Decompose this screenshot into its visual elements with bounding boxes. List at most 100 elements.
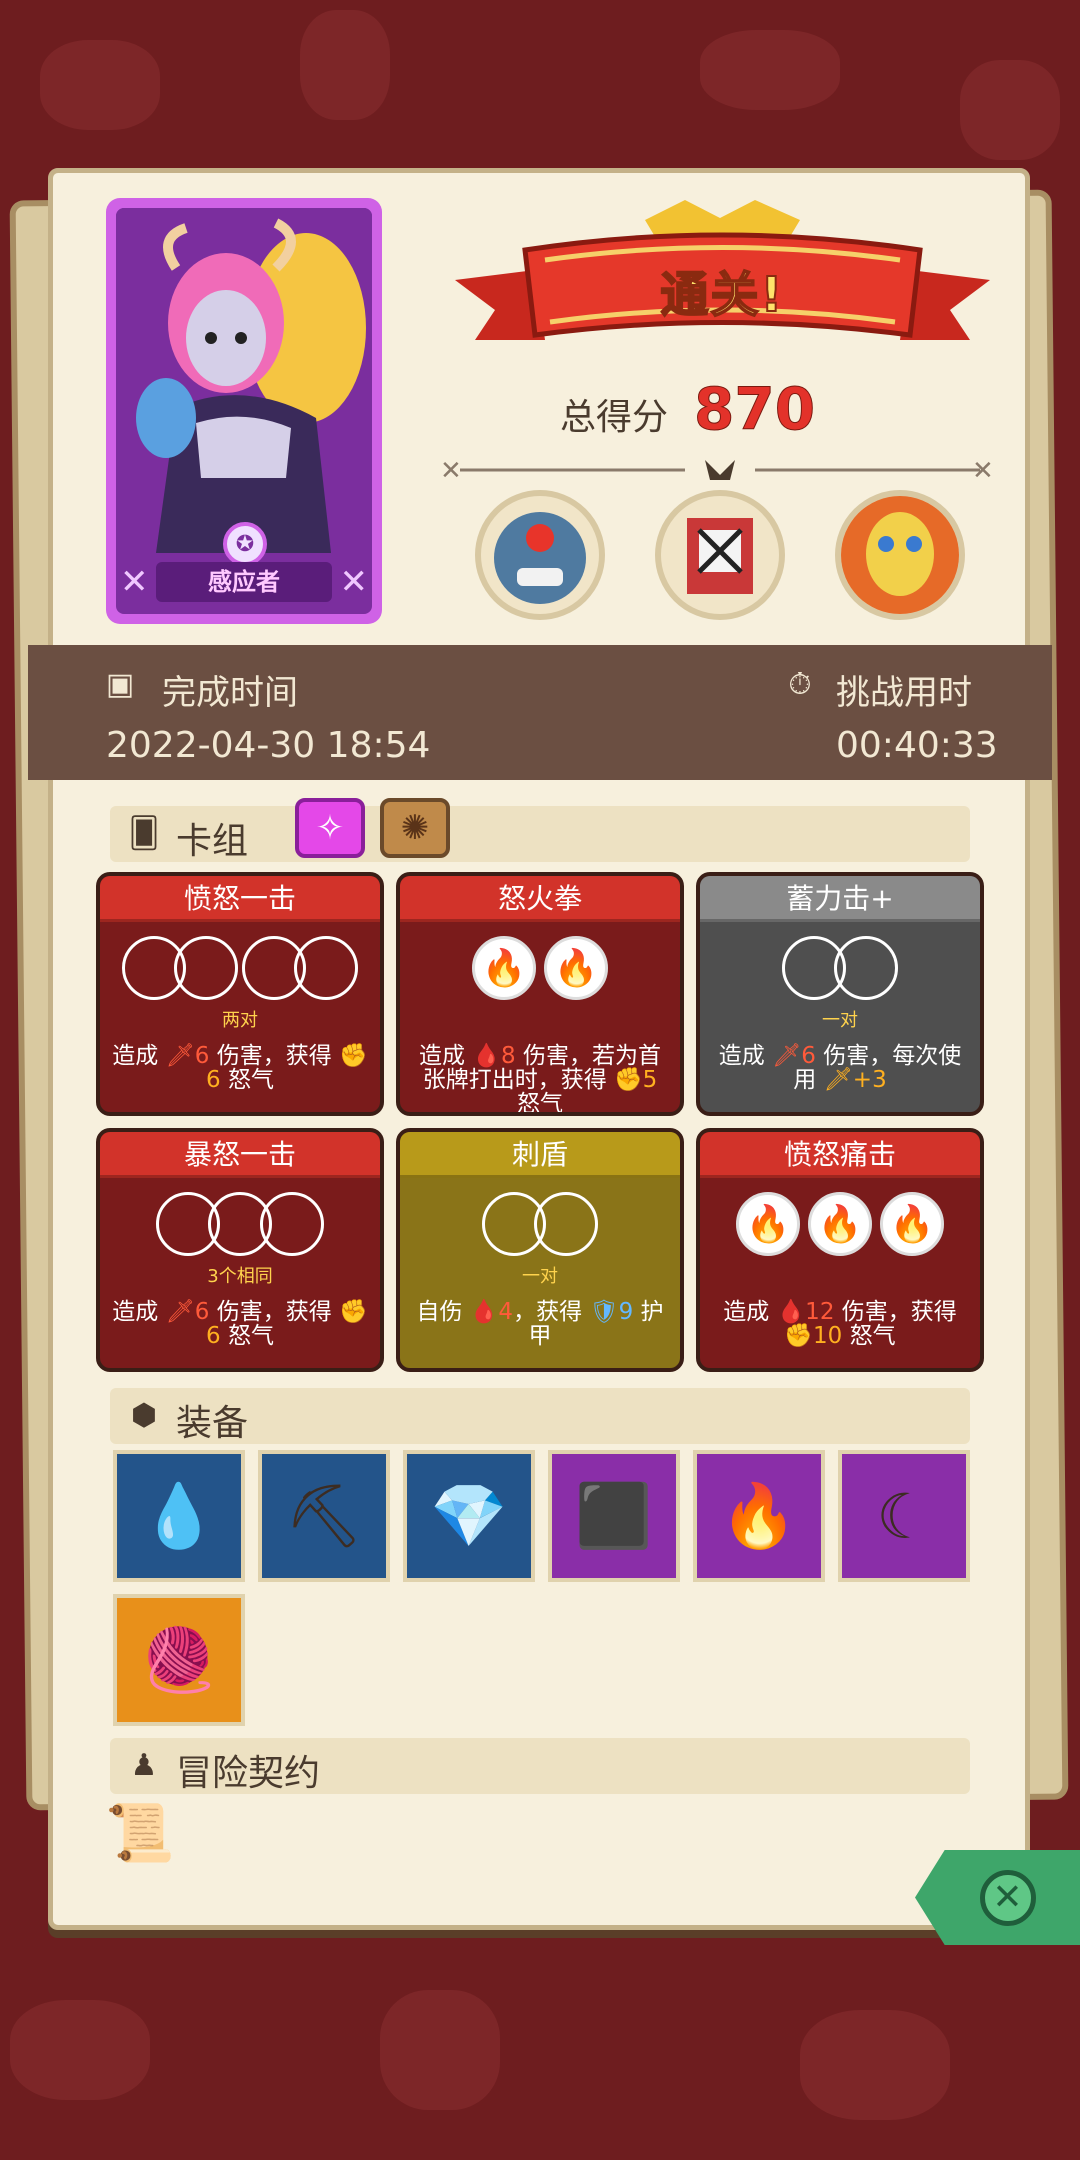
time-bar: ▣ 完成时间 2022-04-30 18:54 ⏱ 挑战用时 00:40:33	[28, 645, 1052, 780]
pickaxe-icon[interactable]: ⛏	[258, 1450, 390, 1582]
card-desc-part: 怒气	[220, 1323, 274, 1349]
card-desc-part: 造成	[112, 1299, 166, 1325]
dice-slots	[100, 1192, 380, 1258]
fire-slot-icon: 🔥	[472, 936, 536, 1000]
contract-title: 冒险契约	[176, 1753, 321, 1794]
deck-card[interactable]: 蓄力击+ 一对 造成 🗡6 伤害，每次使用 🗡+3	[696, 872, 984, 1116]
defeated-bosses	[475, 490, 975, 625]
card-title: 愤怒痛击	[700, 1132, 980, 1178]
deck-card[interactable]: 暴怒一击 3个相同 造成 🗡6 伤害，获得 ✊6 怒气	[96, 1128, 384, 1372]
card-body: 一对 造成 🗡6 伤害，每次使用 🗡+3	[700, 922, 980, 1112]
stone-cube-icon[interactable]: ⬛	[548, 1450, 680, 1582]
boss-cage-demon-icon[interactable]	[655, 490, 785, 620]
card-description: 造成 🗡6 伤害，每次使用 🗡+3	[708, 1044, 972, 1092]
complete-time-label: 完成时间	[162, 673, 298, 713]
close-button[interactable]: ✕	[915, 1850, 1080, 1945]
deck-card[interactable]: 怒火拳 🔥 🔥 造成 🩸8 伤害，若为首张牌打出时，获得 ✊5 怒气	[396, 872, 684, 1116]
card-title: 暴怒一击	[100, 1132, 380, 1178]
card-desc-part: 怒气	[517, 1091, 563, 1116]
boss-masked-lord-icon[interactable]	[835, 490, 965, 620]
dice-slots	[400, 1192, 680, 1258]
score-value: 870	[694, 375, 816, 444]
deck-header: 🂠 卡组	[110, 806, 970, 862]
crescent-blade-icon[interactable]: ☾	[838, 1450, 970, 1582]
card-desc-part: 🗡+3	[823, 1067, 887, 1093]
card-desc-part: ，获得	[513, 1299, 590, 1325]
close-icon: ✕	[979, 1869, 1036, 1926]
card-desc-part: 🩸8	[472, 1043, 516, 1069]
card-condition: 3个相同	[207, 1266, 273, 1287]
card-body: 3个相同 造成 🗡6 伤害，获得 ✊6 怒气	[100, 1178, 380, 1368]
contract-header: ♟ 冒险契约	[110, 1738, 970, 1794]
contract-scroll-icon[interactable]: 📜	[105, 1800, 175, 1875]
card-description: 自伤 🩸4，获得 🛡9 护甲	[408, 1300, 672, 1348]
cards-icon: 🂠	[128, 816, 160, 851]
score-label: 总得分	[560, 397, 669, 438]
deck-card[interactable]: 愤怒痛击 🔥 🔥 🔥 造成 🩸12 伤害，获得 ✊10 怒气	[696, 1128, 984, 1372]
duration-label: 挑战用时	[836, 673, 972, 713]
fire-slot-icon: 🔥	[808, 1192, 872, 1256]
card-desc-part: 怒气	[220, 1067, 274, 1093]
card-body: 两对 造成 🗡6 伤害，获得 ✊6 怒气	[100, 922, 380, 1112]
cube-icon: ⬢	[130, 1398, 158, 1433]
boss-divider: ✕ ✕	[440, 456, 994, 485]
character-card[interactable]: ✪ ✕ ✕ 感应者	[106, 198, 382, 624]
fire-potion-icon[interactable]: 🔥	[693, 1450, 825, 1582]
equipment-header: ⬢ 装备	[110, 1388, 970, 1444]
card-desc-part: 伤害，获得	[209, 1043, 340, 1069]
total-score: 总得分 870	[560, 375, 816, 445]
svg-text:✕: ✕	[440, 456, 462, 485]
deck-tab-character[interactable]: ✧	[295, 798, 365, 858]
card-title: 刺盾	[400, 1132, 680, 1178]
blue-gem-icon[interactable]: 💧	[113, 1450, 245, 1582]
card-desc-part: 自伤	[416, 1299, 470, 1325]
card-condition: 两对	[222, 1010, 258, 1031]
card-desc-part: 造成	[112, 1043, 166, 1069]
dice-slot	[534, 1192, 598, 1256]
card-desc-part: ✊5	[614, 1067, 658, 1093]
orange-sweater-icon[interactable]: 🧶	[113, 1594, 245, 1726]
card-title: 怒火拳	[400, 876, 680, 922]
fire-slot-icon: 🔥	[736, 1192, 800, 1256]
card-description: 造成 🩸12 伤害，获得 ✊10 怒气	[708, 1300, 972, 1348]
dice-slot	[294, 936, 358, 1000]
card-description: 造成 🩸8 伤害，若为首张牌打出时，获得 ✊5 怒气	[408, 1043, 672, 1116]
bone-right-icon: ✕	[339, 562, 369, 602]
card-body: 🔥 🔥 造成 🩸8 伤害，若为首张牌打出时，获得 ✊5 怒气	[400, 922, 680, 1112]
card-desc-part: 🗡6	[772, 1043, 816, 1069]
dice-slot	[834, 936, 898, 1000]
card-desc-part: 伤害，获得	[209, 1299, 340, 1325]
dice-slot	[174, 936, 238, 1000]
card-desc-part: 造成	[718, 1043, 773, 1069]
card-desc-part: 伤害，获得	[834, 1299, 957, 1325]
emerald-icon[interactable]: 💎	[403, 1450, 535, 1582]
card-desc-part: 🗡6	[165, 1299, 210, 1325]
complete-time-value: 2022-04-30 18:54	[106, 725, 431, 766]
card-desc-part: 🩸4	[469, 1299, 514, 1325]
duration-value: 00:40:33	[836, 725, 998, 766]
card-desc-part: 🗡6	[165, 1043, 210, 1069]
deck-card[interactable]: 刺盾一对自伤 🩸4，获得 🛡9 护甲	[396, 1128, 684, 1372]
stopwatch-icon: ⏱	[788, 667, 812, 702]
bone-left-icon: ✕	[120, 562, 149, 602]
equipment-title: 装备	[176, 1403, 249, 1444]
dice-slots	[700, 936, 980, 1002]
clear-banner-text: 通关!	[660, 266, 785, 324]
deck-tab-common[interactable]: ✺	[380, 798, 450, 858]
boss-blue-ogre-icon[interactable]	[475, 490, 605, 620]
card-title: 蓄力击+	[700, 876, 980, 922]
card-body: 🔥 🔥 🔥 造成 🩸12 伤害，获得 ✊10 怒气	[700, 1178, 980, 1368]
card-body: 一对自伤 🩸4，获得 🛡9 护甲	[400, 1178, 680, 1368]
card-title: 愤怒一击	[100, 876, 380, 922]
character-portrait	[116, 208, 372, 553]
dice-slots	[100, 936, 380, 1002]
character-name: 感应者	[156, 562, 332, 602]
card-desc-part: ✊10	[784, 1323, 843, 1349]
dice-slot	[260, 1192, 324, 1256]
card-desc-part: 🛡9	[589, 1299, 634, 1325]
deck-card[interactable]: 愤怒一击 两对 造成 🗡6 伤害，获得 ✊6 怒气	[96, 872, 384, 1116]
dice-slots: 🔥 🔥	[400, 936, 680, 1002]
card-desc-part: 怒气	[842, 1323, 896, 1349]
card-condition: 一对	[522, 1266, 558, 1287]
svg-text:✕: ✕	[972, 456, 994, 485]
